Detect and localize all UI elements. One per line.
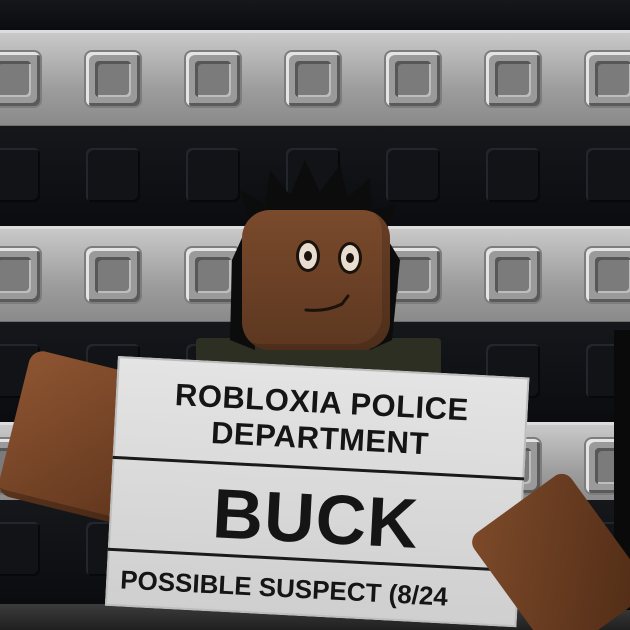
wall-stud [186,52,240,106]
character-head [242,210,390,350]
wall-stud [386,52,440,106]
wall-stud [86,52,140,106]
dark-wall-stud [0,148,40,202]
dark-wall-stud [0,522,40,576]
mugshot-sign: ROBLOXIA POLICE DEPARTMENT BUCK POSSIBLE… [104,356,530,628]
sign-footer: POSSIBLE SUSPECT (8/24 [119,564,449,612]
dark-wall-stud [486,148,540,202]
wall-stud [486,248,540,302]
dark-wall-top [0,0,630,30]
wall-stud [0,248,40,302]
wall-stud [286,52,340,106]
wall-stud [0,52,40,106]
left-eye [296,240,320,272]
mouth [304,294,350,312]
game-scene: ROBLOXIA POLICE DEPARTMENT BUCK POSSIBLE… [0,0,630,630]
wall-stud [586,52,630,106]
wall-stud [486,52,540,106]
sign-name: BUCK [210,474,421,563]
dark-wall-stud [86,148,140,202]
dark-wall-stud [586,148,630,202]
wall-stud-row-1 [0,30,630,129]
wall-stud [586,248,630,302]
wall-stud [86,248,140,302]
right-eye [338,242,362,274]
